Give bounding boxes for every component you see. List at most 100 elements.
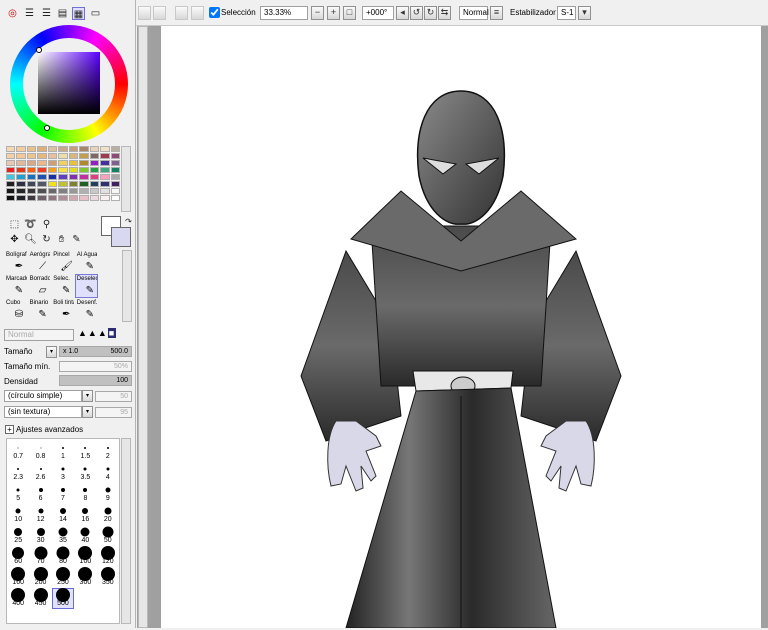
palette-swatch[interactable]	[16, 153, 26, 159]
palette-swatch[interactable]	[58, 188, 68, 194]
scratchpad-icon[interactable]: ▭	[89, 7, 102, 20]
brush-size-option[interactable]: 80	[52, 546, 74, 567]
brush-size-option[interactable]: 2.3	[7, 462, 29, 483]
palette-swatch[interactable]	[110, 153, 120, 159]
palette-swatch[interactable]	[16, 146, 26, 152]
palette-swatch[interactable]	[68, 146, 79, 152]
brush-size-option[interactable]: 100	[74, 546, 96, 567]
palette-swatch[interactable]	[16, 167, 26, 173]
palette-swatch[interactable]	[37, 153, 47, 159]
brush-slot[interactable]: Cubo ⛁	[4, 298, 28, 322]
eyedropper-icon[interactable]: ✎	[70, 233, 83, 246]
palette-swatch[interactable]	[6, 153, 16, 159]
brush-size-option[interactable]: 12	[29, 504, 51, 525]
lasso-icon[interactable]: ➰	[24, 218, 37, 231]
palette-swatch[interactable]	[58, 153, 68, 159]
palette-swatch[interactable]	[47, 188, 58, 194]
palette-swatch[interactable]	[58, 167, 68, 173]
zoom-out-button[interactable]: −	[311, 6, 324, 20]
palette-swatch[interactable]	[89, 181, 100, 187]
palette-swatch[interactable]	[89, 160, 100, 166]
brush-size-option[interactable]: 25	[7, 525, 29, 546]
selection-checkbox[interactable]	[209, 7, 220, 18]
palette-swatch[interactable]	[68, 188, 79, 194]
palette-swatch[interactable]	[89, 174, 100, 180]
size-dropdown-button[interactable]: ▾	[46, 346, 57, 358]
min-size-slider[interactable]: 50%	[59, 361, 132, 372]
selection-stamp-button[interactable]	[191, 6, 204, 20]
palette-swatch[interactable]	[68, 181, 79, 187]
brush-slot[interactable]: Boli tinta ✒	[51, 298, 75, 322]
palette-swatch[interactable]	[68, 153, 79, 159]
palette-swatch[interactable]	[110, 167, 120, 173]
zoom-field[interactable]: 33.33%	[260, 6, 308, 20]
rotation-field[interactable]: +000°	[362, 6, 394, 20]
brush-slot[interactable]: Selec. ✎	[51, 274, 75, 298]
size-scrollbar[interactable]	[121, 438, 131, 624]
palette-swatch[interactable]	[89, 195, 100, 201]
palette-swatch[interactable]	[110, 181, 120, 187]
palette-swatch[interactable]	[26, 188, 37, 194]
palette-swatch[interactable]	[58, 195, 68, 201]
shape-dropdown-button[interactable]: ▾	[82, 390, 93, 402]
palette-swatch[interactable]	[100, 146, 110, 152]
density-slider[interactable]: 100	[59, 375, 132, 386]
palette-swatch[interactable]	[6, 146, 16, 152]
brush-empty-slot[interactable]	[98, 298, 122, 322]
gradient-bar-icon[interactable]: ▤	[56, 7, 69, 20]
palette-scrollbar[interactable]	[121, 146, 131, 212]
palette-swatch[interactable]	[100, 160, 110, 166]
palette-swatch[interactable]	[16, 160, 26, 166]
palette-swatch[interactable]	[26, 146, 37, 152]
brush-size-option[interactable]: 200	[29, 567, 51, 588]
palette-swatch[interactable]	[68, 160, 79, 166]
stabilizer-dropdown-button[interactable]: ▾	[578, 6, 591, 20]
invert-selection-button[interactable]	[153, 6, 166, 20]
brush-size-option[interactable]: 400	[7, 588, 29, 609]
brush-size-option[interactable]: 120	[97, 546, 119, 567]
palette-swatch[interactable]	[79, 195, 89, 201]
hsv-sliders-icon[interactable]: ☰	[40, 7, 53, 20]
size-slider[interactable]: x 1.0 500.0	[59, 346, 132, 357]
palette-swatch[interactable]	[58, 174, 68, 180]
palette-swatch[interactable]	[16, 174, 26, 180]
palette-swatch[interactable]	[89, 153, 100, 159]
palette-swatch[interactable]	[47, 195, 58, 201]
palette-swatch[interactable]	[110, 146, 120, 152]
palette-swatch[interactable]	[79, 167, 89, 173]
brush-size-option[interactable]: 300	[74, 567, 96, 588]
palette-swatch[interactable]	[79, 174, 89, 180]
brush-size-option[interactable]: 3	[52, 462, 74, 483]
brush-size-option[interactable]: 1	[52, 441, 74, 462]
secondary-color-swatch[interactable]	[111, 227, 131, 247]
brush-size-option[interactable]: 1.5	[74, 441, 96, 462]
brush-slot[interactable]: Binario ✎	[28, 298, 52, 322]
drawing-canvas[interactable]	[161, 26, 761, 629]
palette-swatch[interactable]	[100, 174, 110, 180]
palette-swatch[interactable]	[16, 195, 26, 201]
palette-swatch[interactable]	[110, 160, 120, 166]
brush-size-option[interactable]: 20	[97, 504, 119, 525]
palette-swatch[interactable]	[26, 160, 37, 166]
brush-size-option[interactable]: 7	[52, 483, 74, 504]
palette-swatch[interactable]	[68, 167, 79, 173]
swap-colors-icon[interactable]: ↷	[122, 215, 135, 228]
magic-wand-icon[interactable]: ⚲	[40, 218, 53, 231]
texture-select[interactable]: (sin textura)	[4, 406, 82, 418]
palette-swatch[interactable]	[110, 174, 120, 180]
palette-swatch[interactable]	[6, 167, 16, 173]
palette-swatch[interactable]	[47, 167, 58, 173]
selection-edit-button[interactable]	[175, 6, 188, 20]
brush-size-option[interactable]: 35	[52, 525, 74, 546]
brush-size-option[interactable]: 50	[97, 525, 119, 546]
palette-swatch[interactable]	[100, 181, 110, 187]
palette-swatch[interactable]	[37, 160, 47, 166]
move-icon[interactable]: ✥	[8, 233, 21, 246]
brush-tip-shapes[interactable]: ▲▲▲■	[78, 328, 132, 341]
palette-swatch[interactable]	[6, 195, 16, 201]
palette-swatch[interactable]	[37, 195, 47, 201]
brush-size-option[interactable]: 30	[29, 525, 51, 546]
palette-swatch[interactable]	[89, 188, 100, 194]
hand-icon[interactable]: ✋︎	[55, 233, 68, 246]
palette-swatch[interactable]	[89, 146, 100, 152]
